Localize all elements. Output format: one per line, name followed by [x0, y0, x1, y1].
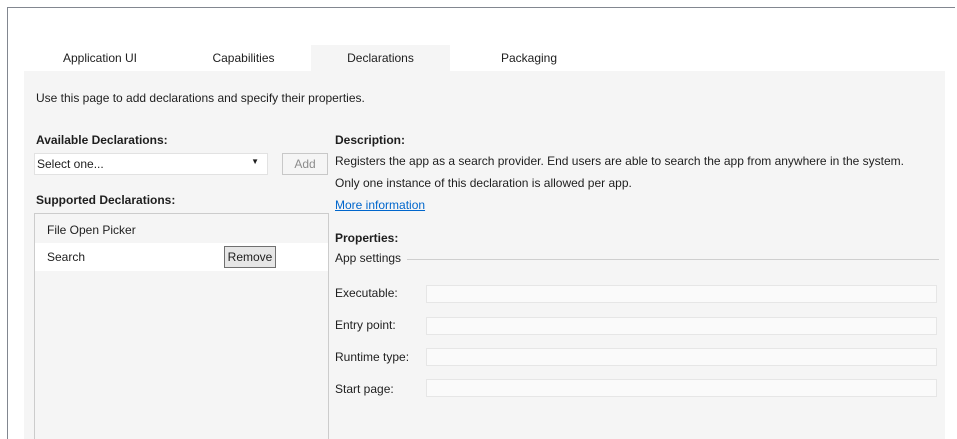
tab-capabilities[interactable]: Capabilities — [176, 45, 311, 71]
list-item-search[interactable]: Search Remove — [35, 243, 328, 271]
more-information-link[interactable]: More information — [335, 198, 425, 212]
add-button[interactable]: Add — [282, 153, 328, 175]
app-settings-label: App settings — [335, 251, 408, 265]
intro-text: Use this page to add declarations and sp… — [36, 91, 365, 105]
start-page-field[interactable] — [426, 379, 937, 397]
tab-declarations[interactable]: Declarations — [311, 45, 450, 71]
list-item-label: Search — [47, 250, 86, 264]
runtime-type-label: Runtime type: — [335, 350, 410, 364]
properties-header: Properties: — [335, 231, 399, 245]
executable-label: Executable: — [335, 286, 398, 300]
available-declarations-header: Available Declarations: — [36, 133, 168, 147]
description-line-1: Registers the app as a search provider. … — [335, 154, 904, 168]
select-value: Select one... — [37, 157, 104, 171]
runtime-type-field[interactable] — [426, 348, 937, 366]
tab-bar: Application UI Capabilities Declarations… — [24, 45, 608, 71]
declaration-select[interactable]: Select one... ▼ — [34, 153, 268, 175]
entry-point-field[interactable] — [426, 317, 937, 335]
list-item-file-open-picker[interactable]: File Open Picker — [35, 216, 328, 244]
executable-field[interactable] — [426, 285, 937, 303]
tab-packaging[interactable]: Packaging — [450, 45, 608, 71]
start-page-label: Start page: — [335, 382, 394, 396]
app-settings-group: App settings — [335, 251, 939, 267]
declarations-panel: Use this page to add declarations and sp… — [24, 71, 945, 439]
supported-declarations-list: File Open Picker Search Remove — [34, 213, 329, 439]
tab-application-ui[interactable]: Application UI — [24, 45, 176, 71]
group-divider — [335, 259, 939, 260]
description-header: Description: — [335, 133, 406, 147]
entry-point-label: Entry point: — [335, 318, 396, 332]
list-item-label: File Open Picker — [47, 223, 136, 237]
description-line-2: Only one instance of this declaration is… — [335, 176, 632, 190]
supported-declarations-header: Supported Declarations: — [36, 193, 176, 207]
chevron-down-icon: ▼ — [251, 157, 259, 166]
remove-button[interactable]: Remove — [224, 246, 276, 268]
